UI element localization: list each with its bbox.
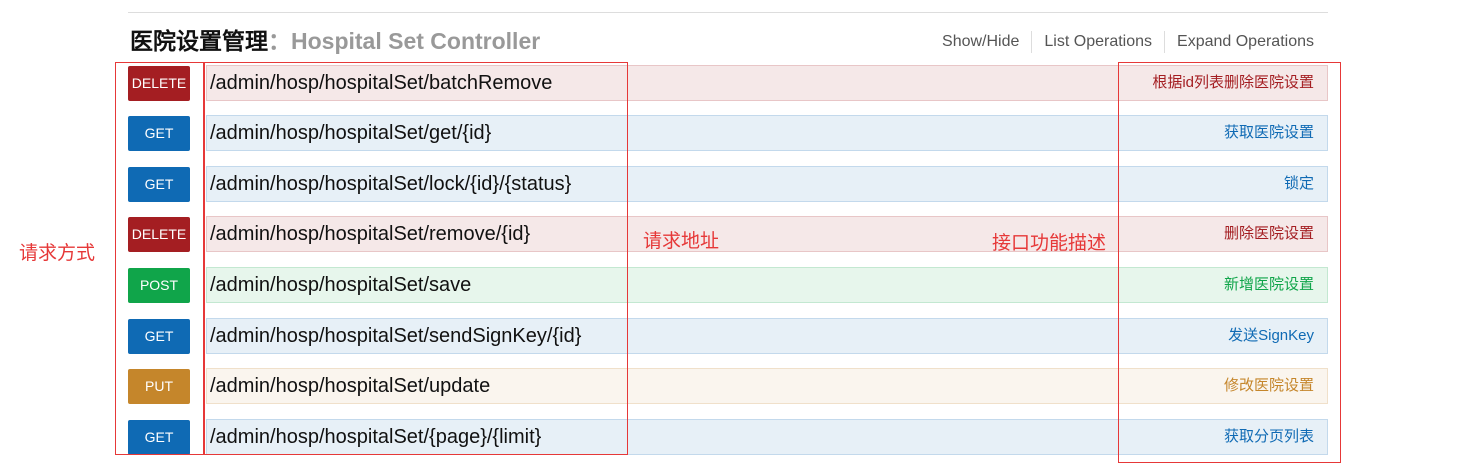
controller-title-cn: 医院设置管理 (130, 28, 268, 54)
method-annotation-label: 请求方式 (19, 242, 96, 264)
expand-operations-link[interactable]: Expand Operations (1164, 31, 1314, 53)
controller-title-en: Hospital Set Controller (291, 28, 541, 54)
top-divider (128, 12, 1328, 13)
description-annotation-box (1118, 62, 1341, 463)
show-hide-link[interactable]: Show/Hide (930, 31, 1031, 53)
title-separator: ： (268, 28, 291, 54)
controller-heading[interactable]: 医院设置管理：Hospital Set Controller (130, 26, 540, 56)
path-annotation-label: 请求地址 (643, 230, 720, 252)
description-annotation-label: 接口功能描述 (992, 232, 1107, 254)
operations-toolbar: Show/Hide List Operations Expand Operati… (930, 31, 1314, 53)
list-operations-link[interactable]: List Operations (1031, 31, 1164, 53)
path-annotation-box (204, 62, 628, 455)
method-annotation-box (115, 62, 204, 455)
